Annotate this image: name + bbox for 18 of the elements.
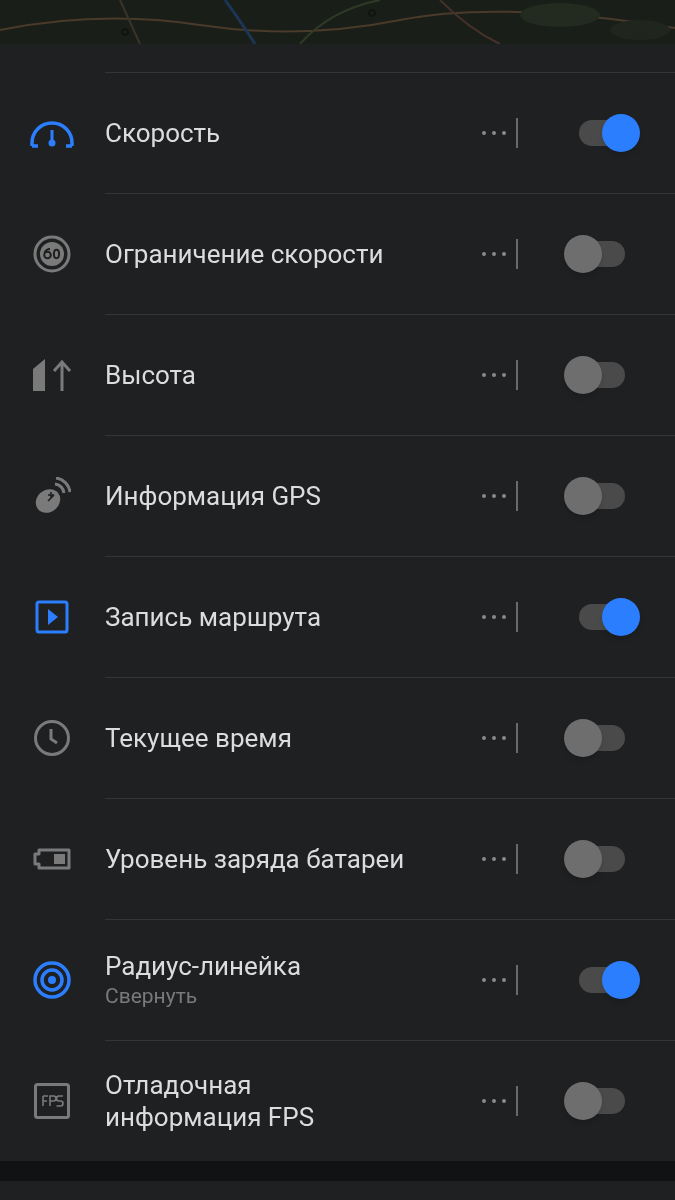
widget-label: Запись маршрута <box>105 601 323 633</box>
widget-label: Скорость <box>105 117 222 149</box>
widget-label: Радиус-линейка <box>105 950 303 982</box>
speed-limit-icon <box>32 235 71 273</box>
widget-label: Высота <box>105 359 197 391</box>
battery-icon <box>32 848 71 870</box>
target-icon <box>32 961 71 999</box>
widget-label: Ограничение скорости <box>105 238 385 270</box>
clock-icon <box>32 719 71 757</box>
widget-label: Информация GPS <box>105 480 322 512</box>
fps-icon <box>33 1083 70 1119</box>
record-icon <box>34 600 69 634</box>
widget-label: Уровень заряда батареи <box>105 843 406 875</box>
speedometer-icon <box>28 118 75 148</box>
widget-label: Отладочная информация FPS <box>105 1069 316 1133</box>
collapse-link[interactable]: Свернуть <box>105 982 198 1010</box>
altitude-icon <box>31 359 72 391</box>
widget-label: Текущее время <box>105 722 293 754</box>
